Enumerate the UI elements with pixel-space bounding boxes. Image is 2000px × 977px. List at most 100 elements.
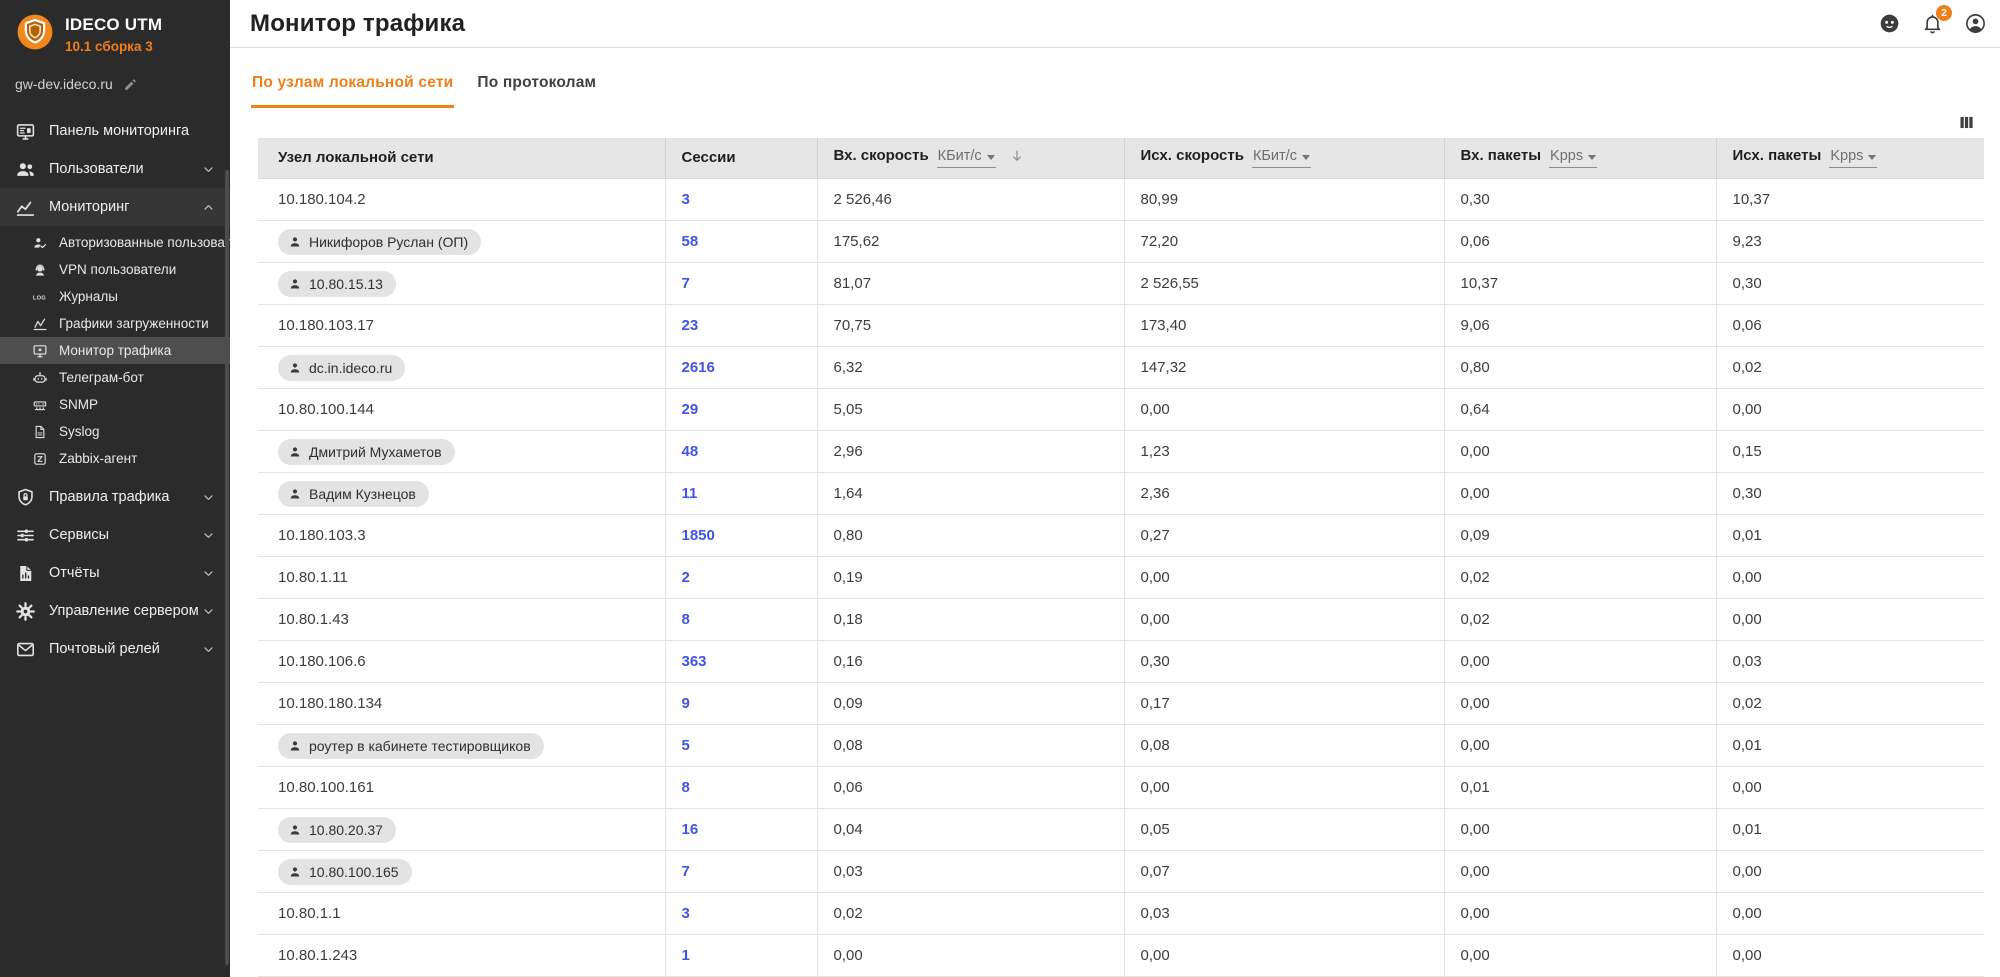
sidebar-item-load-charts[interactable]: Графики загруженности xyxy=(0,310,230,337)
host-label: 10.180.104.2 xyxy=(278,191,366,208)
sidebar-item-logs[interactable]: LOGЖурналы xyxy=(0,283,230,310)
tab-by-local-hosts[interactable]: По узлам локальной сети xyxy=(251,74,454,108)
sidebar-item-server-management[interactable]: Управление сервером xyxy=(0,592,230,630)
edit-hostname-icon[interactable] xyxy=(123,77,138,92)
user-chip[interactable]: роутер в кабинете тестировщиков xyxy=(278,733,544,759)
sessions-link[interactable]: 16 xyxy=(682,821,699,838)
in-packets-cell: 0,00 xyxy=(1444,851,1716,893)
sidebar-item-dashboard[interactable]: Панель мониторинга xyxy=(0,112,230,150)
unit-select[interactable]: Kpps xyxy=(1549,148,1597,168)
sessions-link[interactable]: 11 xyxy=(682,485,698,502)
sidebar-item-authorized-users[interactable]: Авторизованные пользователи xyxy=(0,229,230,256)
server-management-icon xyxy=(14,600,36,622)
ideco-logo-icon xyxy=(16,13,54,51)
in-speed-cell: 0,08 xyxy=(817,725,1124,767)
sidebar-item-label: VPN пользователи xyxy=(59,262,176,277)
sessions-link[interactable]: 8 xyxy=(682,779,690,796)
sessions-link[interactable]: 1850 xyxy=(682,527,715,544)
table-row: 10.180.103.172370,75173,409,060,06 xyxy=(258,305,1984,347)
support-bot-icon[interactable] xyxy=(1876,11,1902,37)
sidebar-item-label: Графики загруженности xyxy=(59,316,209,331)
sessions-link[interactable]: 2 xyxy=(682,569,690,586)
sessions-link[interactable]: 3 xyxy=(682,905,690,922)
user-chip[interactable]: Дмитрий Мухаметов xyxy=(278,439,455,465)
sessions-link[interactable]: 58 xyxy=(682,233,699,250)
unit-select[interactable]: Kpps xyxy=(1829,148,1877,168)
sort-desc-icon[interactable] xyxy=(1009,148,1025,164)
chevron-up-icon xyxy=(201,200,216,215)
sessions-link[interactable]: 2616 xyxy=(682,359,715,376)
col-header-out-speed[interactable]: Исх. скоростьКБит/с xyxy=(1124,138,1444,179)
user-chip[interactable]: 10.80.100.165 xyxy=(278,859,412,885)
out-speed-cell: 173,40 xyxy=(1124,305,1444,347)
sidebar-item-traffic-rules[interactable]: Правила трафика xyxy=(0,478,230,516)
in-packets-cell: 0,00 xyxy=(1444,683,1716,725)
host-cell: Дмитрий Мухаметов xyxy=(258,431,665,473)
sidebar-item-reports[interactable]: Отчёты xyxy=(0,554,230,592)
user-chip[interactable]: dc.in.ideco.ru xyxy=(278,355,405,381)
sidebar-item-zabbix-agent[interactable]: Zabbix-агент xyxy=(0,445,230,472)
tab-by-protocols[interactable]: По протоколам xyxy=(476,74,597,108)
notifications-badge: 2 xyxy=(1936,5,1952,21)
col-header-out-packets[interactable]: Исх. пакетыKpps xyxy=(1716,138,1984,179)
sessions-link[interactable]: 8 xyxy=(682,611,690,628)
host-label: 10.180.103.17 xyxy=(278,317,374,334)
host-cell: 10.80.100.165 xyxy=(258,851,665,893)
sessions-link[interactable]: 1 xyxy=(682,947,690,964)
unit-select[interactable]: КБит/с xyxy=(1252,148,1311,168)
col-header-sessions[interactable]: Сессии xyxy=(665,138,817,179)
sidebar-scrollbar[interactable] xyxy=(225,170,229,965)
sidebar-item-label: Мониторинг xyxy=(49,199,201,215)
sessions-link[interactable]: 23 xyxy=(682,317,699,334)
user-chip[interactable]: Вадим Кузнецов xyxy=(278,481,429,507)
host-cell: 10.80.15.13 xyxy=(258,263,665,305)
in-packets-cell: 0,00 xyxy=(1444,725,1716,767)
table-row: 10.80.1.24310,000,000,000,00 xyxy=(258,935,1984,977)
sessions-link[interactable]: 5 xyxy=(682,737,690,754)
sidebar-item-monitoring[interactable]: Мониторинг xyxy=(0,188,230,226)
in-packets-cell: 0,01 xyxy=(1444,767,1716,809)
sidebar-item-mail-relay[interactable]: Почтовый релей xyxy=(0,630,230,668)
sidebar-item-vpn-users[interactable]: VPN пользователи xyxy=(0,256,230,283)
sessions-link[interactable]: 7 xyxy=(682,863,690,880)
sidebar-item-telegram-bot[interactable]: Телеграм-бот xyxy=(0,364,230,391)
caret-down-icon xyxy=(1868,155,1876,160)
sidebar-item-snmp[interactable]: SNMP xyxy=(0,391,230,418)
user-chip[interactable]: 10.80.20.37 xyxy=(278,817,396,843)
unit-select[interactable]: КБит/с xyxy=(937,148,996,168)
authorized-users-icon xyxy=(31,234,49,252)
table-row: 10.80.20.37160,040,050,000,01 xyxy=(258,809,1984,851)
sessions-link[interactable]: 48 xyxy=(682,443,699,460)
out-speed-cell: 0,00 xyxy=(1124,935,1444,977)
col-header-in-packets[interactable]: Вх. пакеты Kpps xyxy=(1444,138,1716,179)
sidebar-item-syslog[interactable]: Syslog xyxy=(0,418,230,445)
sidebar-item-label: Почтовый релей xyxy=(49,641,201,657)
sessions-link[interactable]: 29 xyxy=(682,401,699,418)
account-icon[interactable] xyxy=(1962,11,1988,37)
in-packets-cell: 0,09 xyxy=(1444,515,1716,557)
user-chip[interactable]: Никифоров Руслан (ОП) xyxy=(278,229,481,255)
services-icon xyxy=(14,524,36,546)
host-label: 10.80.100.165 xyxy=(309,864,399,880)
sidebar-item-services[interactable]: Сервисы xyxy=(0,516,230,554)
sessions-cell: 11 xyxy=(665,473,817,515)
sidebar-item-traffic-monitor[interactable]: Монитор трафика xyxy=(0,337,230,364)
sidebar-item-label: SNMP xyxy=(59,397,98,412)
notifications-bell-icon[interactable]: 2 xyxy=(1919,11,1945,37)
person-icon xyxy=(288,487,302,501)
sessions-link[interactable]: 9 xyxy=(682,695,690,712)
sessions-link[interactable]: 3 xyxy=(682,191,690,208)
user-chip[interactable]: 10.80.15.13 xyxy=(278,271,396,297)
col-header-in-speed[interactable]: Вх. скоростьКБит/с xyxy=(817,138,1124,179)
columns-settings-icon[interactable] xyxy=(1957,113,1976,132)
host-label: 10.80.1.43 xyxy=(278,611,349,628)
chevron-down-icon xyxy=(201,604,216,619)
col-label: Вх. пакеты xyxy=(1461,147,1542,164)
col-header-host[interactable]: Узел локальной сети xyxy=(258,138,665,179)
sessions-link[interactable]: 7 xyxy=(682,275,690,292)
host-cell: 10.80.1.1 xyxy=(258,893,665,935)
app: IDECO UTM 10.1 сборка 3 gw-dev.ideco.ru … xyxy=(0,0,2000,977)
unit-label: Kpps xyxy=(1830,148,1863,164)
sidebar-item-users[interactable]: Пользователи xyxy=(0,150,230,188)
sessions-link[interactable]: 363 xyxy=(682,653,707,670)
